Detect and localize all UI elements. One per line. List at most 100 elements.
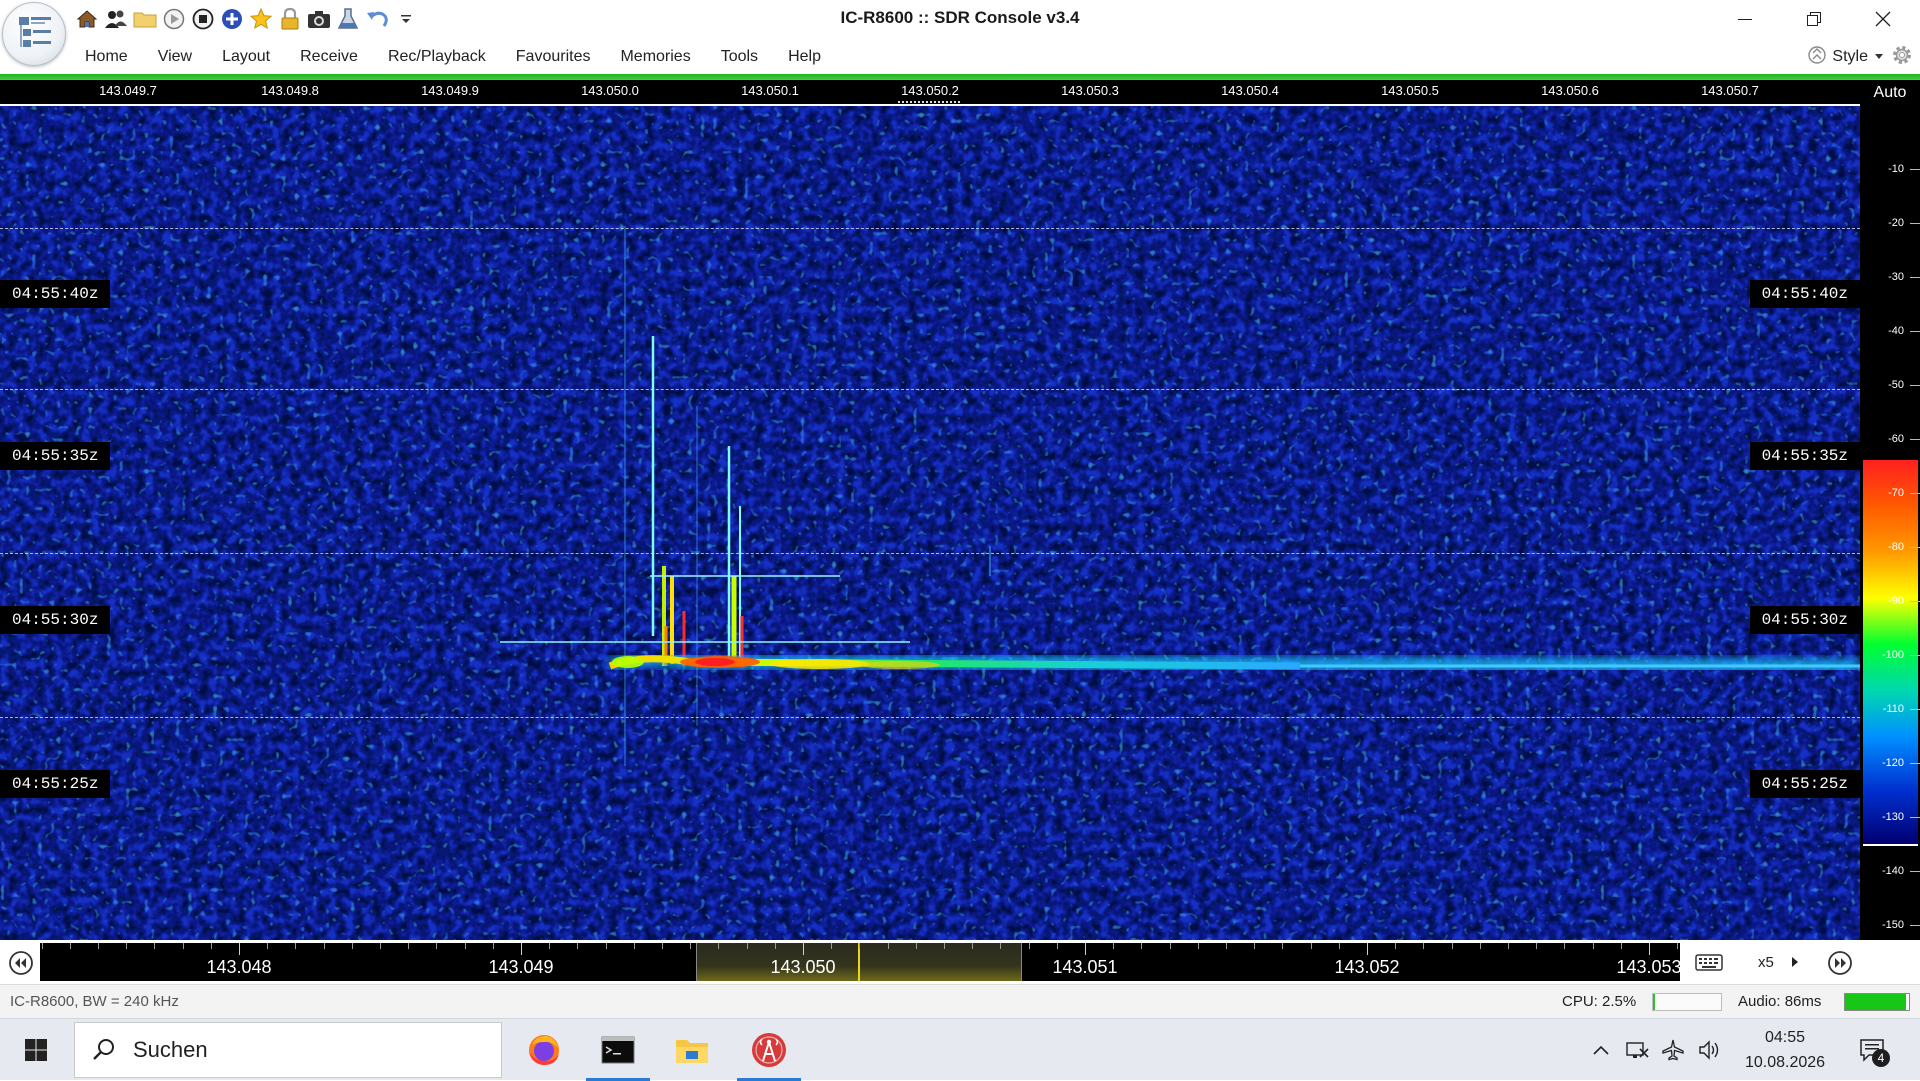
menu-bar: Home View Layout Receive Rec/Playback Fa… bbox=[0, 40, 1920, 74]
play-icon[interactable] bbox=[161, 6, 187, 32]
overview-minor-tick bbox=[1198, 943, 1199, 949]
taskbar-app-sdr-console[interactable] bbox=[733, 1019, 805, 1081]
db-tick bbox=[1910, 331, 1920, 332]
home-icon[interactable] bbox=[74, 6, 100, 32]
top-frequency-ruler[interactable]: 143.049.7 143.049.8 143.049.9 143.050.0 … bbox=[0, 80, 1860, 104]
camera-icon[interactable] bbox=[306, 6, 332, 32]
airplane-mode-icon[interactable] bbox=[1660, 1037, 1686, 1063]
close-button[interactable] bbox=[1848, 0, 1917, 38]
menu-tools[interactable]: Tools bbox=[706, 40, 773, 74]
lock-icon[interactable] bbox=[277, 6, 303, 32]
start-button[interactable] bbox=[0, 1019, 72, 1081]
restore-button[interactable] bbox=[1779, 0, 1848, 38]
zoom-value: x5 bbox=[1758, 953, 1774, 971]
customize-dropdown-icon[interactable] bbox=[393, 6, 419, 32]
taskbar-search-box[interactable]: Suchen bbox=[74, 1022, 502, 1078]
overview-minor-tick bbox=[690, 943, 691, 949]
overview-label: 143.052 bbox=[1334, 957, 1400, 977]
overview-minor-tick bbox=[1452, 943, 1453, 949]
overview-minor-tick bbox=[549, 943, 550, 949]
star-icon[interactable] bbox=[248, 6, 274, 32]
overview-minor-tick bbox=[1282, 943, 1283, 949]
overview-minor-tick bbox=[70, 943, 71, 949]
menu-memories[interactable]: Memories bbox=[605, 40, 705, 74]
add-circle-icon[interactable] bbox=[219, 6, 245, 32]
db-label: -30 bbox=[1888, 271, 1904, 283]
taskbar-clock[interactable]: 04:55 10.08.2026 bbox=[1730, 1025, 1840, 1075]
time-label-right: 04:55:35z bbox=[1749, 442, 1860, 470]
overview-minor-tick bbox=[634, 943, 635, 949]
overview-minor-tick bbox=[916, 943, 917, 949]
frequency-overview-ruler[interactable]: 143.048 143.049 143.050 143.051 143.052 … bbox=[40, 943, 1680, 981]
overview-minor-tick bbox=[126, 943, 127, 949]
style-menu[interactable]: Style bbox=[1832, 48, 1868, 66]
db-label: -50 bbox=[1888, 379, 1904, 391]
folder-icon[interactable] bbox=[132, 6, 158, 32]
audio-latency-text: Audio: 86ms bbox=[1738, 993, 1822, 1010]
ribbon-collapse-icon[interactable] bbox=[1808, 44, 1827, 71]
users-icon[interactable] bbox=[103, 6, 129, 32]
overview-label: 143.053 bbox=[1616, 957, 1680, 977]
undo-icon[interactable] bbox=[364, 6, 390, 32]
db-tick bbox=[1910, 871, 1920, 872]
scroll-left-button[interactable] bbox=[4, 948, 38, 978]
flask-icon[interactable] bbox=[335, 6, 361, 32]
taskbar-app-firefox[interactable] bbox=[508, 1019, 580, 1081]
style-dropdown-icon[interactable] bbox=[1874, 48, 1884, 66]
time-label-left: 04:55:35z bbox=[0, 442, 111, 470]
overview-minor-tick bbox=[154, 943, 155, 949]
time-label-right: 04:55:30z bbox=[1749, 606, 1860, 634]
audio-level-bar bbox=[1844, 993, 1910, 1011]
cpu-usage-bar bbox=[1652, 993, 1722, 1011]
db-tick bbox=[1910, 763, 1920, 764]
overview-minor-tick bbox=[1564, 943, 1565, 949]
overview-minor-tick bbox=[888, 943, 889, 949]
cpu-usage-text: CPU: 2.5% bbox=[1562, 993, 1637, 1010]
stop-icon[interactable] bbox=[190, 6, 216, 32]
auto-scale-button[interactable]: Auto bbox=[1860, 80, 1920, 106]
audio-level-fill bbox=[1845, 994, 1906, 1010]
overview-minor-tick bbox=[1254, 943, 1255, 949]
taskbar-app-terminal[interactable] bbox=[582, 1019, 654, 1081]
menu-receive[interactable]: Receive bbox=[285, 40, 373, 74]
menu-view[interactable]: View bbox=[143, 40, 207, 74]
settings-gear-icon[interactable] bbox=[1890, 43, 1914, 72]
search-placeholder: Suchen bbox=[133, 1037, 208, 1062]
overview-minor-tick bbox=[295, 943, 296, 949]
taskbar-app-file-explorer[interactable] bbox=[656, 1019, 728, 1081]
db-label: -70 bbox=[1888, 487, 1904, 499]
menu-help[interactable]: Help bbox=[773, 40, 836, 74]
top-ruler-tick: 143.050.2 bbox=[901, 83, 959, 98]
time-label-left: 04:55:40z bbox=[0, 280, 111, 308]
sdr-console-icon bbox=[752, 1033, 786, 1067]
overview-minor-tick bbox=[944, 943, 945, 949]
overview-minor-tick bbox=[662, 943, 663, 949]
overview-label: 143.051 bbox=[1052, 957, 1118, 977]
overview-minor-tick bbox=[1593, 943, 1594, 949]
menu-home[interactable]: Home bbox=[70, 40, 143, 74]
db-tick bbox=[1910, 385, 1920, 386]
overview-minor-tick bbox=[436, 943, 437, 949]
application-menu-button[interactable] bbox=[2, 2, 66, 66]
scroll-right-button[interactable] bbox=[1820, 948, 1860, 978]
network-icon[interactable] bbox=[1624, 1037, 1650, 1063]
zoom-select[interactable]: x5 bbox=[1740, 947, 1806, 977]
volume-icon[interactable] bbox=[1696, 1037, 1722, 1063]
keyboard-button[interactable] bbox=[1686, 947, 1732, 977]
overview-minor-tick bbox=[1000, 943, 1001, 949]
db-label: -150 bbox=[1881, 919, 1904, 931]
close-icon bbox=[1875, 11, 1890, 27]
menu-rec-playback[interactable]: Rec/Playback bbox=[373, 40, 501, 74]
db-tick bbox=[1910, 655, 1920, 656]
menu-layout[interactable]: Layout bbox=[207, 40, 285, 74]
db-scale[interactable]: -10 -20 -30 -40 -50 -60 -70 -80 -90 -100… bbox=[1860, 106, 1920, 940]
waterfall-display[interactable]: 04:55:40z 04:55:35z 04:55:30z 04:55:25z … bbox=[0, 106, 1860, 940]
bottom-frequency-bar: 143.048 143.049 143.050 143.051 143.052 … bbox=[0, 940, 1920, 984]
overview-minor-tick bbox=[1170, 943, 1171, 949]
db-label: -130 bbox=[1881, 811, 1904, 823]
menu-favourites[interactable]: Favourites bbox=[501, 40, 606, 74]
chevron-up-icon[interactable] bbox=[1588, 1037, 1614, 1063]
windows-logo-icon bbox=[25, 1039, 47, 1061]
minimize-button[interactable] bbox=[1710, 0, 1779, 38]
action-center-button[interactable]: 4 bbox=[1850, 1031, 1894, 1069]
